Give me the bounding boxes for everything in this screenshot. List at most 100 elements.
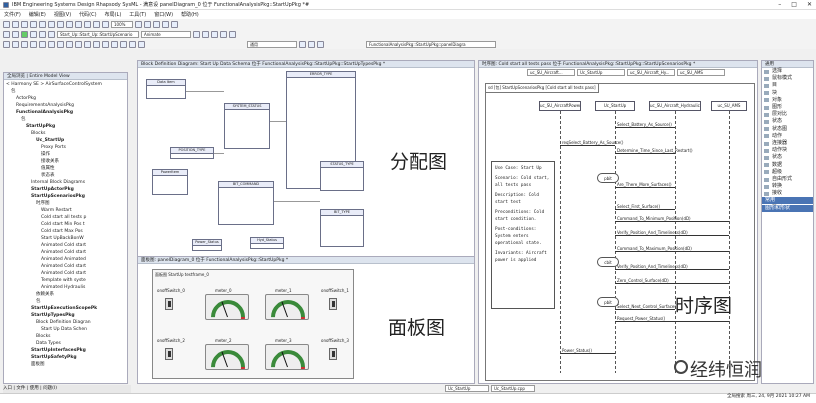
toolbox-item[interactable]: 动作 — [762, 133, 813, 140]
diagram-icon[interactable] — [84, 40, 91, 48]
tree-item[interactable]: Proxy Ports — [4, 144, 127, 151]
tree-item[interactable]: StartUpActorPkg — [4, 186, 127, 193]
tree-item[interactable]: StartUpTypesPkg — [4, 312, 127, 319]
search-icon[interactable] — [75, 20, 82, 28]
editor-tab[interactable]: Uc_StartUp — [445, 385, 489, 392]
filter-icon[interactable] — [57, 40, 64, 48]
message-arrow[interactable] — [615, 321, 729, 322]
tree-item[interactable]: Animated Cold start — [4, 263, 127, 270]
tree-item[interactable]: 依赖关系 — [4, 291, 127, 298]
report-icon[interactable] — [229, 30, 236, 38]
nav-icon[interactable] — [93, 40, 100, 48]
tree-item[interactable]: Template with syste — [4, 277, 127, 284]
toolbox-item[interactable]: 状态 — [762, 154, 813, 161]
cut-icon[interactable] — [30, 20, 37, 28]
toolbox-item[interactable]: 目 — [762, 82, 813, 89]
menu-item-6[interactable]: 窗口(W) — [154, 11, 173, 18]
tree-item[interactable]: Block Definition Diagran — [4, 319, 127, 326]
build-icon[interactable] — [3, 30, 10, 38]
message-arrow[interactable] — [615, 209, 675, 210]
tree-item[interactable]: 包 — [4, 116, 127, 123]
open-icon[interactable] — [12, 20, 19, 28]
lifeline-power[interactable]: uc_SU_AircraftPower — [539, 101, 581, 111]
diagram-path-select[interactable]: FunctionalAnalysisPkg::StartUpPkg::panel… — [366, 40, 496, 48]
tree-icon[interactable] — [66, 40, 73, 48]
tree-item[interactable]: Data Types — [4, 340, 127, 347]
block-system-status[interactable]: SYSTEM_STATUS — [224, 103, 270, 149]
toolbox-item[interactable]: 动作块 — [762, 147, 813, 154]
message-arrow[interactable] — [615, 251, 729, 252]
zoom-in-icon[interactable] — [93, 20, 100, 28]
line-icon[interactable] — [308, 40, 315, 48]
home-icon[interactable] — [39, 40, 46, 48]
lifeline-tab[interactable]: uc_SU_Aircraft_Hy... — [627, 69, 675, 76]
tree-item[interactable]: 时序图 — [4, 200, 127, 207]
toolbox-item[interactable]: 状态图 — [762, 126, 813, 133]
tree-item[interactable]: RequirementsAnalysisPkg — [4, 102, 127, 109]
tree-item[interactable]: Animated Cold start — [4, 242, 127, 249]
tree-item[interactable]: ActorPkg — [4, 95, 127, 102]
tree-item[interactable]: < Harmony SE > AirSurfaceControlSystem — [4, 81, 127, 88]
toolbox-footer-shapes[interactable]: 图形和形状 — [762, 205, 813, 212]
copy-icon[interactable] — [39, 20, 46, 28]
onoff-switch-0[interactable] — [165, 298, 173, 310]
redo-icon[interactable] — [66, 20, 73, 28]
toolbox-item[interactable]: 对象 — [762, 97, 813, 104]
block-bit-type[interactable]: BIT_TYPE — [320, 209, 364, 247]
list-icon[interactable] — [75, 40, 82, 48]
menu-item-7[interactable]: 帮助(H) — [181, 11, 199, 18]
up-icon[interactable] — [30, 40, 37, 48]
fill-icon[interactable] — [317, 40, 324, 48]
message-arrow[interactable] — [615, 153, 675, 154]
lifeline-tab[interactable]: Uc_StartUp — [577, 69, 625, 76]
toolbox-item[interactable]: 转换 — [762, 183, 813, 190]
back-icon[interactable] — [12, 40, 19, 48]
message-arrow[interactable] — [615, 235, 729, 236]
toolbox-item[interactable]: 块 — [762, 90, 813, 97]
find-icon[interactable] — [84, 20, 91, 28]
animate-icon[interactable] — [211, 30, 218, 38]
play-icon[interactable] — [21, 30, 28, 38]
tree-item[interactable]: Blocks — [4, 130, 127, 137]
block-power-status[interactable]: Power_Status — [192, 239, 222, 251]
undo-icon[interactable] — [57, 20, 64, 28]
tree-item[interactable]: 状态表 — [4, 172, 127, 179]
lifeline-tab[interactable]: uc_SU_Aircraft... — [527, 69, 575, 76]
lifeline-tab[interactable]: uc_SU_AMS — [677, 69, 725, 76]
onoff-switch-1[interactable] — [165, 348, 173, 360]
message-arrow[interactable] — [560, 145, 615, 146]
block-bit-command[interactable]: BIT_COMMAND — [218, 181, 274, 225]
tree-item[interactable]: StartUpExecutionScopePk — [4, 305, 127, 312]
tree-item[interactable]: StartUpScenariosPkg — [4, 193, 127, 200]
message-arrow[interactable] — [615, 283, 729, 284]
tree-item[interactable]: StartUpPkg — [4, 123, 127, 130]
gen-icon[interactable] — [193, 30, 200, 38]
menu-item-3[interactable]: 代码(C) — [79, 11, 96, 18]
close-icon[interactable]: ✕ — [807, 1, 812, 8]
message-arrow[interactable] — [615, 127, 675, 128]
menu-item-2[interactable]: 视图(V) — [54, 11, 71, 18]
toolbox-item[interactable]: 数据 — [762, 162, 813, 169]
tree-item[interactable]: Uc_StartUp — [4, 137, 127, 144]
lifeline-hydraulics[interactable]: uc_SU_Aircraft_Hydraulics — [649, 101, 701, 111]
tag-icon[interactable] — [120, 40, 127, 48]
tree-item[interactable]: 包 — [4, 298, 127, 305]
block-data-item[interactable]: Data Item — [146, 79, 186, 99]
tree-item[interactable]: 接收关系 — [4, 158, 127, 165]
tree-item[interactable]: Start Up Data Schen — [4, 326, 127, 333]
tree-item[interactable]: StartUpSafetyPkg — [4, 354, 127, 361]
debug-icon[interactable] — [48, 30, 55, 38]
step-icon[interactable] — [39, 30, 46, 38]
paste-icon[interactable] — [48, 20, 55, 28]
tree-item[interactable]: Cold start Min Pos t — [4, 221, 127, 228]
toolbox-footer-common[interactable]: 常用 — [762, 197, 813, 204]
tree-item[interactable]: FunctionalAnalysisPkg — [4, 109, 127, 116]
block-power-item[interactable]: PowerItem — [152, 169, 188, 195]
config-select[interactable]: Animate — [141, 30, 191, 38]
tree-item[interactable]: Blocks — [4, 333, 127, 340]
block-hyd-status[interactable]: Hyd_Status — [250, 237, 284, 249]
color-icon[interactable] — [299, 40, 306, 48]
tree-item[interactable]: Internal Block Diagrams — [4, 179, 127, 186]
minimize-icon[interactable]: – — [778, 1, 781, 8]
style-select[interactable]: 通用 — [247, 40, 297, 48]
